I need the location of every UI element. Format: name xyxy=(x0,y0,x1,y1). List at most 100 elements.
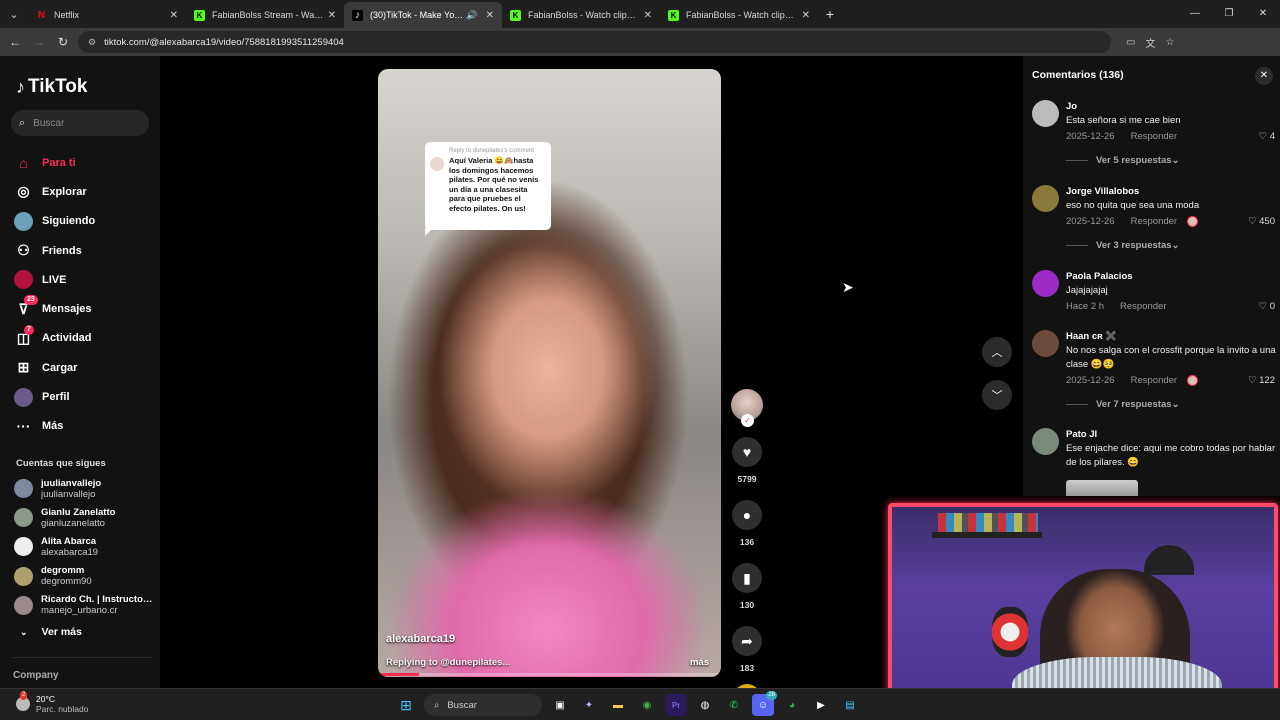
share-icon[interactable]: ➦ xyxy=(732,626,762,656)
discord-icon[interactable]: ☺ 28 xyxy=(752,691,777,716)
following-account[interactable]: Ricardo Ch. | Instructor de Manejomanejo… xyxy=(14,591,154,620)
reply-button[interactable]: Responder xyxy=(1131,216,1177,227)
reload-icon[interactable]: ↻ xyxy=(51,35,75,49)
nav-item-actividad[interactable]: ◫ Actividad 7 xyxy=(14,324,154,353)
author-avatar[interactable]: ✓ xyxy=(731,389,763,427)
file-explorer-icon[interactable]: ▬ xyxy=(607,694,629,716)
tab-audio-icon[interactable]: 🔊 xyxy=(466,10,477,21)
maximize-icon[interactable]: ❐ xyxy=(1212,0,1246,28)
nav-item-mensajes[interactable]: ⊽ Mensajes 23 xyxy=(14,294,154,323)
comment-like[interactable]: ♡ 450 xyxy=(1248,216,1275,227)
follow-check-icon[interactable]: ✓ xyxy=(741,414,754,427)
bookmark-icon[interactable]: ▮ xyxy=(732,563,762,593)
tab-title: Netflix xyxy=(54,10,80,20)
chevron-down-icon[interactable]: ﹀ xyxy=(982,380,1012,410)
nav-item-ms[interactable]: ··· Más xyxy=(14,412,154,441)
view-replies-button[interactable]: Ver 5 respuestas ⌄ xyxy=(1066,155,1277,166)
weather-widget[interactable]: 2 20°C Parc. nublado xyxy=(16,691,88,714)
nav-item-siguiendo[interactable]: Siguiendo xyxy=(14,207,154,236)
tab-title: FabianBolss - Watch clips on Kick xyxy=(686,10,798,20)
creator-liked-icon xyxy=(1187,216,1199,227)
tiktok-logo[interactable]: ♪ TikTok xyxy=(16,76,87,98)
comment-like[interactable]: ♡ 0 xyxy=(1259,301,1275,312)
nav-item-cargar[interactable]: ⊞ Cargar xyxy=(14,353,154,382)
comment-date: Hace 2 h xyxy=(1066,301,1105,312)
reply-button[interactable]: Responder xyxy=(1131,375,1177,386)
back-icon[interactable]: ← xyxy=(3,35,27,49)
search-input[interactable]: ⌕ Buscar xyxy=(11,110,149,136)
comment-author[interactable]: Paola Palacios xyxy=(1066,270,1277,283)
translate-icon[interactable]: 文 xyxy=(1145,35,1155,50)
following-account[interactable]: Alita Abarca alexabarca19 xyxy=(14,532,154,561)
avatar[interactable] xyxy=(1032,428,1059,455)
comment-author[interactable]: Haan ᴄʀ ✖️ xyxy=(1066,330,1277,343)
nav-item-live[interactable]: LIVE xyxy=(14,265,154,294)
avatar[interactable] xyxy=(1032,270,1059,297)
tab-search-chevron-icon[interactable]: ⌄ xyxy=(0,0,28,28)
comment-image[interactable] xyxy=(1066,480,1138,496)
new-tab-button[interactable]: + xyxy=(818,6,842,22)
comment-like[interactable]: ♡ 122 xyxy=(1248,375,1275,386)
close-icon[interactable]: ✕ xyxy=(1255,67,1273,85)
nav-item-friends[interactable]: ⚇ Friends xyxy=(14,236,154,265)
notes-app-icon[interactable]: ▤ xyxy=(839,694,861,716)
browser-tab[interactable]: N Netflix ✕ xyxy=(28,2,186,28)
view-replies-button[interactable]: Ver 3 respuestas ⌄ xyxy=(1066,240,1277,251)
reply-button[interactable]: Responder xyxy=(1131,131,1177,142)
taskbar-search-input[interactable]: ⌕ Buscar xyxy=(424,694,542,716)
task-view-icon[interactable]: ▣ xyxy=(549,694,571,716)
nav-item-perfil[interactable]: Perfil xyxy=(14,382,154,411)
cast-icon[interactable]: ▭ xyxy=(1126,37,1135,48)
friends-icon: ⚇ xyxy=(17,242,30,259)
tab-close-icon[interactable]: ✕ xyxy=(486,10,494,21)
tab-close-icon[interactable]: ✕ xyxy=(170,10,178,21)
forward-icon[interactable]: → xyxy=(27,35,51,49)
view-replies-button[interactable]: Ver 7 respuestas ⌄ xyxy=(1066,399,1277,410)
comment-author[interactable]: Jorge Villalobos xyxy=(1066,185,1277,198)
comment-like[interactable]: ♡ 4 xyxy=(1259,131,1275,142)
video-player[interactable]: Reply to dunepilates's comment Aquí Vale… xyxy=(378,69,721,677)
whatsapp-icon[interactable]: ✆ xyxy=(723,694,745,716)
minimize-icon[interactable]: — xyxy=(1178,0,1212,28)
comment-body: Pato Jl Ese enjache dice: aqui me cobro t… xyxy=(1066,428,1277,496)
comment-author[interactable]: Jo xyxy=(1066,100,1277,113)
nav-item-parati[interactable]: ⌂ Para ti xyxy=(14,148,154,177)
bookmark-star-icon[interactable]: ☆ xyxy=(1165,37,1174,48)
obs-icon[interactable]: ◍ xyxy=(694,694,716,716)
browser-tab[interactable]: ♪ (30)TikTok - Make Your Day🔊 ✕ xyxy=(344,2,502,28)
spotify-icon[interactable]: ◕ xyxy=(781,694,803,716)
caption-more-button[interactable]: más xyxy=(690,657,709,668)
avatar[interactable] xyxy=(1032,330,1059,357)
following-account[interactable]: juulianvallejo juulianvallejo xyxy=(14,474,154,503)
windows-start-icon[interactable]: ⊞ xyxy=(395,694,417,716)
avatar[interactable] xyxy=(1032,100,1059,127)
following-account[interactable]: Gianlu Zanelatto gianluzanelatto xyxy=(14,503,154,532)
site-info-icon[interactable]: ⚙ xyxy=(88,37,96,48)
browser-tab[interactable]: K FabianBolss - Watch clips on Kick ✕ xyxy=(660,2,818,28)
company-link[interactable]: Company xyxy=(13,670,59,681)
heart-icon[interactable]: ♥ xyxy=(732,437,762,467)
premiere-icon[interactable]: Pr xyxy=(665,694,687,716)
tab-close-icon[interactable]: ✕ xyxy=(644,10,652,21)
reply-button[interactable]: Responder xyxy=(1120,301,1166,312)
tab-close-icon[interactable]: ✕ xyxy=(328,10,336,21)
copilot-icon[interactable]: ✦ xyxy=(578,694,600,716)
address-bar[interactable]: ⚙ tiktok.com/@alexabarca19/video/7588181… xyxy=(78,31,1174,53)
comment-like-count: 450 xyxy=(1259,216,1275,227)
chrome-icon[interactable]: ◉ xyxy=(636,694,658,716)
browser-tab[interactable]: K FabianBolss - Watch clips on Kick ✕ xyxy=(502,2,660,28)
chevron-up-icon[interactable]: ︿ xyxy=(982,337,1012,367)
comment-icon[interactable]: ● xyxy=(732,500,762,530)
browser-tab[interactable]: K FabianBolss Stream - Watch Live on Kick… xyxy=(186,2,344,28)
see-more-button[interactable]: ⌄ Ver más xyxy=(20,626,82,638)
avatar[interactable] xyxy=(1032,185,1059,212)
nav-item-explorar[interactable]: ◎ Explorar xyxy=(14,177,154,206)
following-account[interactable]: degromm degromm90 xyxy=(14,562,154,591)
tab-close-icon[interactable]: ✕ xyxy=(802,10,810,21)
share-count: 183 xyxy=(739,663,755,673)
video-progress-bar[interactable] xyxy=(378,673,721,676)
comment-author[interactable]: Pato Jl xyxy=(1066,428,1277,441)
close-window-icon[interactable]: ✕ xyxy=(1246,0,1280,28)
media-app-icon[interactable]: ▶ xyxy=(810,694,832,716)
video-author[interactable]: alexabarca19 xyxy=(386,633,455,645)
